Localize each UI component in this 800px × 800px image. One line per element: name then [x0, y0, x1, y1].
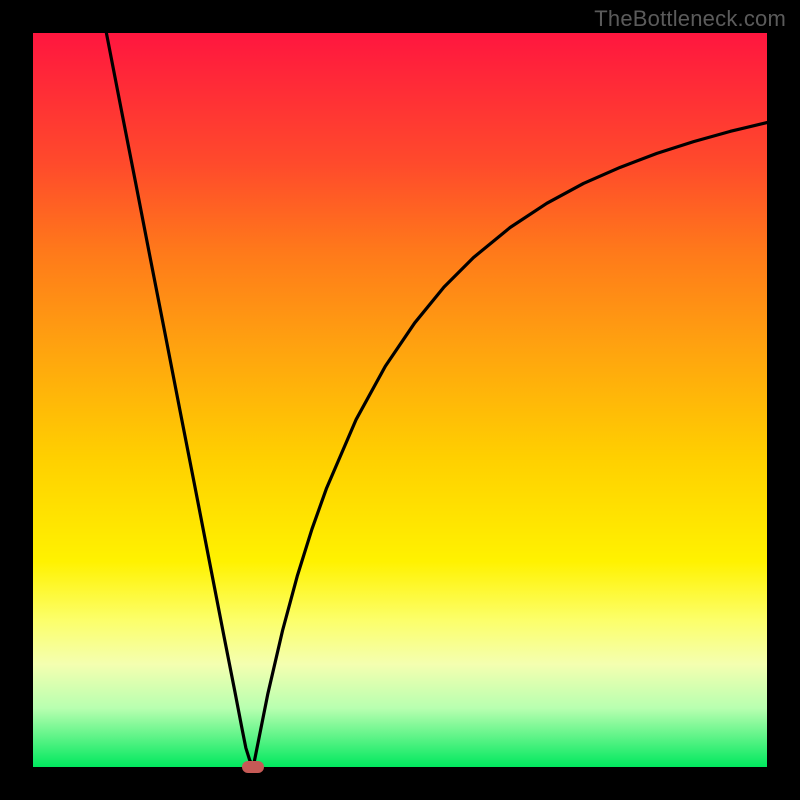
curve-path [106, 33, 767, 767]
image-frame: TheBottleneck.com [0, 0, 800, 800]
plot-area [33, 33, 767, 767]
optimum-point-marker [242, 761, 264, 773]
bottleneck-curve [33, 33, 767, 767]
watermark-text: TheBottleneck.com [594, 6, 786, 32]
